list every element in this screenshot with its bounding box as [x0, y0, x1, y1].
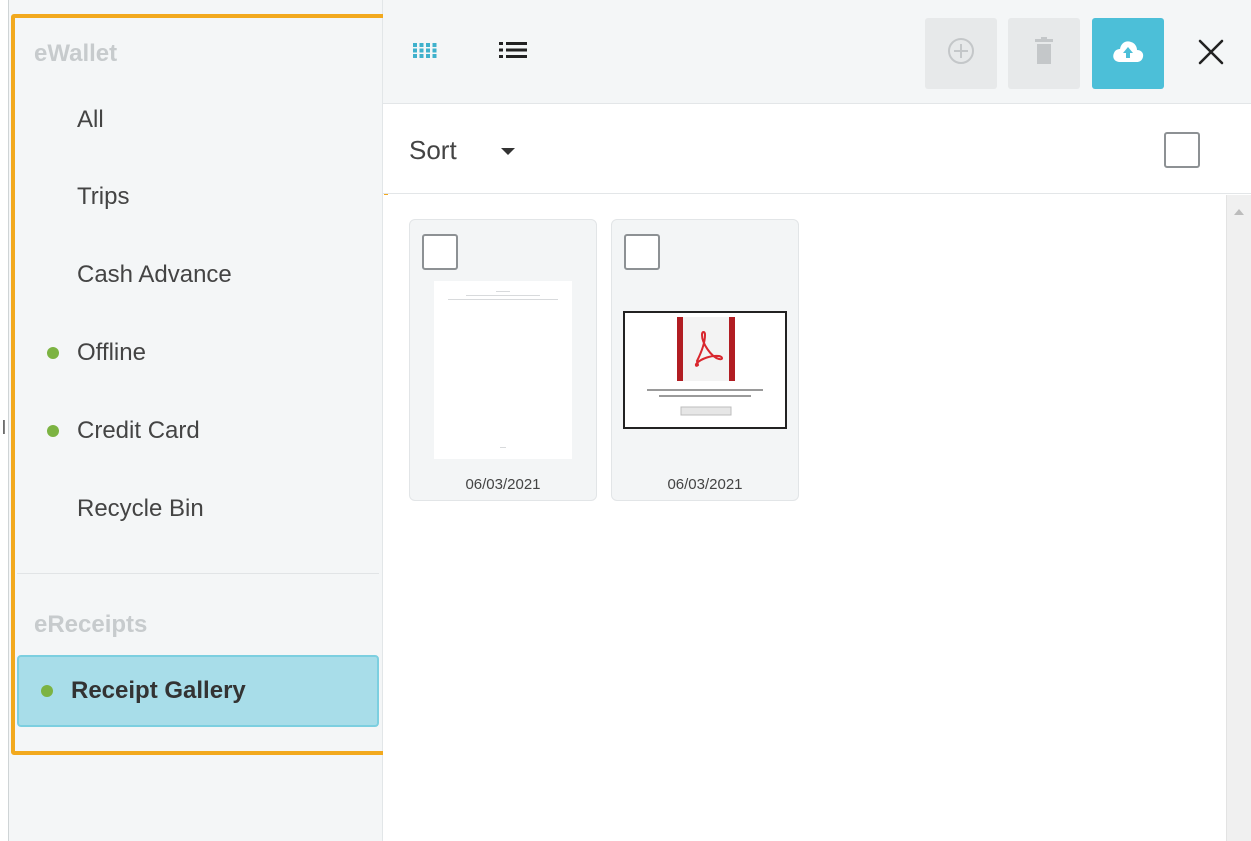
- list-view-icon: [499, 40, 527, 65]
- sidebar-item-label: Cash Advance: [77, 261, 232, 288]
- section-heading-ewallet: eWallet: [34, 40, 118, 67]
- stray-cursor-mark: |: [2, 418, 6, 435]
- sidebar-item-trips[interactable]: Trips: [25, 167, 387, 227]
- sidebar-item-recycle-bin[interactable]: Recycle Bin: [25, 479, 387, 539]
- sort-dropdown-label[interactable]: Sort: [409, 135, 457, 166]
- receipt-card[interactable]: 06/03/2021: [611, 219, 799, 501]
- sidebar-item-label: All: [77, 106, 104, 133]
- sidebar-item-receipt-gallery[interactable]: Receipt Gallery: [17, 655, 379, 727]
- add-circle-icon: [946, 36, 976, 71]
- delete-button[interactable]: [1008, 18, 1080, 89]
- sidebar-item-offline[interactable]: Offline: [25, 323, 387, 383]
- sidebar-item-label: Recycle Bin: [77, 495, 204, 522]
- doc-line: [448, 299, 558, 300]
- gallery-scrollbar[interactable]: [1226, 195, 1251, 841]
- select-all-checkbox[interactable]: [1164, 132, 1200, 168]
- list-view-button[interactable]: [495, 34, 531, 70]
- sidebar-item-label: Offline: [77, 339, 146, 366]
- sidebar-item-credit-card[interactable]: Credit Card: [25, 401, 387, 461]
- document-thumbnail[interactable]: [434, 281, 572, 459]
- cloud-upload-icon: [1111, 38, 1145, 69]
- pdf-document-icon: [647, 317, 763, 416]
- sidebar: eWallet All Trips Cash Advance Offline C…: [8, 0, 383, 841]
- receipt-gallery: 06/03/2021 06/03/2021: [383, 195, 1226, 841]
- grid-view-icon: [413, 42, 437, 63]
- section-heading-ereceipts: eReceipts: [34, 611, 148, 638]
- sidebar-divider: [17, 573, 379, 574]
- toolbar: [383, 0, 1251, 104]
- grid-view-button[interactable]: [407, 34, 443, 70]
- close-button[interactable]: [1191, 34, 1231, 74]
- sidebar-item-cash-advance[interactable]: Cash Advance: [25, 245, 387, 305]
- receipt-date: 06/03/2021: [667, 476, 743, 493]
- receipt-card[interactable]: 06/03/2021: [409, 219, 597, 501]
- receipt-date: 06/03/2021: [465, 476, 541, 493]
- status-dot: [47, 347, 59, 359]
- upload-button[interactable]: [1092, 18, 1164, 89]
- doc-line: [466, 295, 540, 296]
- receipt-checkbox[interactable]: [422, 234, 458, 270]
- sidebar-item-label: Trips: [77, 183, 130, 210]
- doc-line: [496, 291, 510, 292]
- sidebar-item-all[interactable]: All: [25, 90, 387, 150]
- status-dot: [47, 425, 59, 437]
- sidebar-item-label: Receipt Gallery: [71, 677, 246, 704]
- chevron-down-icon[interactable]: [501, 148, 515, 155]
- pdf-thumbnail[interactable]: [623, 311, 787, 429]
- add-button[interactable]: [925, 18, 997, 89]
- sort-bar: Sort: [383, 104, 1251, 194]
- scroll-up-arrow-icon[interactable]: [1234, 209, 1244, 215]
- doc-line: [500, 447, 506, 448]
- sidebar-item-label: Credit Card: [77, 417, 200, 444]
- close-icon: [1198, 39, 1224, 70]
- trash-icon: [1033, 37, 1055, 70]
- receipt-checkbox[interactable]: [624, 234, 660, 270]
- status-dot: [41, 685, 53, 697]
